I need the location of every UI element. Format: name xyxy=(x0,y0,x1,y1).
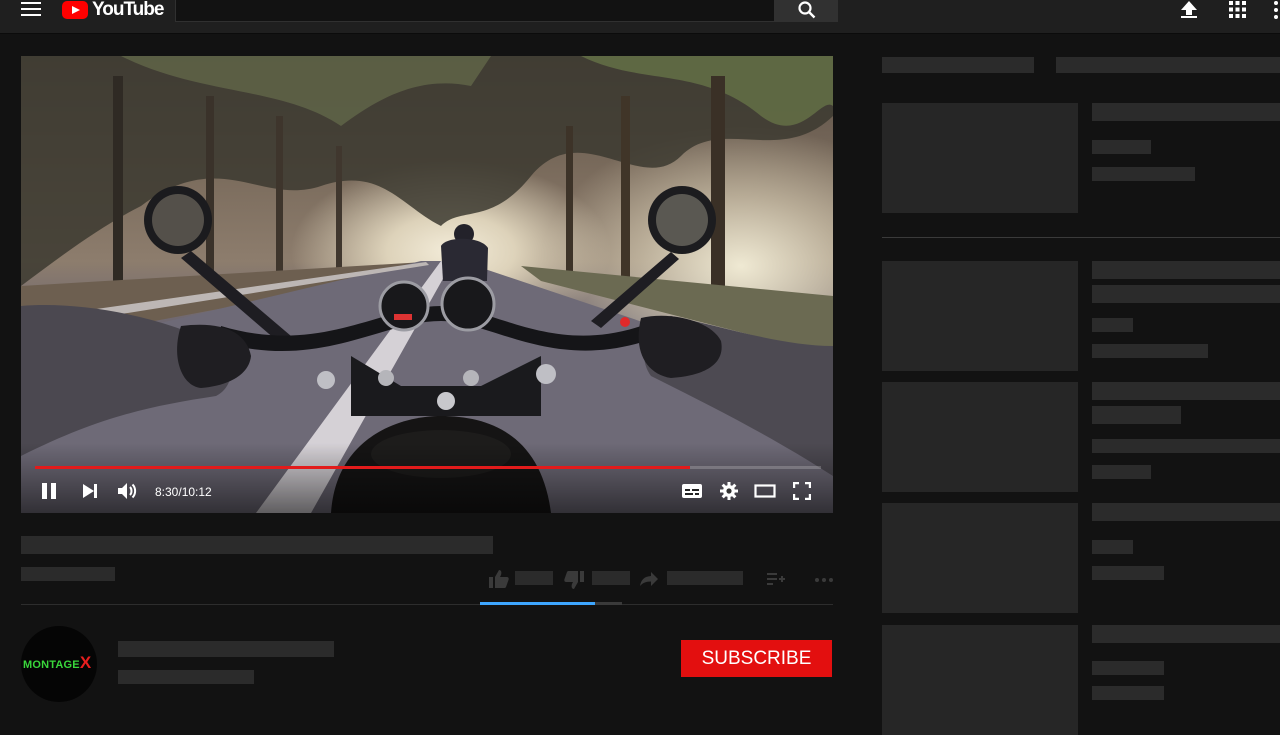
suggested-channel-placeholder xyxy=(1092,318,1133,332)
suggested-thumbnail[interactable] xyxy=(882,103,1078,213)
youtube-logo[interactable]: YouTube xyxy=(62,0,164,20)
like-count-placeholder xyxy=(515,571,553,585)
suggested-thumbnail[interactable] xyxy=(882,382,1078,492)
menu-icon[interactable] xyxy=(21,2,41,18)
search-button[interactable] xyxy=(774,0,838,22)
share-label-placeholder xyxy=(667,571,743,585)
suggested-views-placeholder xyxy=(1092,566,1164,580)
like-icon[interactable] xyxy=(489,570,509,588)
suggested-title-placeholder xyxy=(1092,406,1181,424)
suggested-title-placeholder xyxy=(1092,625,1280,643)
suggested-title-placeholder xyxy=(1092,103,1280,121)
suggested-views-placeholder xyxy=(1092,686,1164,700)
suggested-channel-placeholder xyxy=(1092,661,1164,675)
suggested-views-placeholder xyxy=(1092,167,1195,181)
suggested-thumbnail[interactable] xyxy=(882,625,1078,735)
avatar[interactable]: MONTAGEX xyxy=(21,626,97,702)
suggested-thumbnail[interactable] xyxy=(882,261,1078,371)
suggested-channel-placeholder xyxy=(1092,540,1133,554)
suggested-thumbnail[interactable] xyxy=(882,503,1078,613)
suggested-channel-placeholder xyxy=(1092,140,1151,154)
share-icon[interactable] xyxy=(640,572,658,586)
progress-bar[interactable] xyxy=(35,466,821,469)
fullscreen-icon[interactable] xyxy=(793,482,811,500)
divider xyxy=(21,604,833,605)
sidebar-header-placeholder xyxy=(882,57,1034,73)
sidebar-autoplay-placeholder xyxy=(1056,57,1280,73)
view-count-placeholder xyxy=(21,567,115,581)
suggested-title-placeholder xyxy=(1092,261,1280,279)
sidebar-divider xyxy=(882,237,1280,238)
progress-fill xyxy=(35,466,690,469)
pause-icon[interactable] xyxy=(40,482,58,500)
avatar-brand-word: MONTAGE xyxy=(23,659,80,671)
dislike-count-placeholder xyxy=(592,571,630,585)
suggested-title-placeholder xyxy=(1092,503,1280,521)
more-icon[interactable] xyxy=(1270,0,1280,20)
volume-icon[interactable] xyxy=(116,482,138,500)
suggested-title-placeholder xyxy=(1092,285,1280,303)
youtube-play-icon xyxy=(62,1,88,19)
suggested-views-placeholder xyxy=(1092,465,1151,479)
suggested-title-placeholder xyxy=(1092,382,1280,400)
dislike-icon[interactable] xyxy=(564,571,584,589)
avatar-brand-text: MONTAGEX xyxy=(23,653,91,673)
video-title-placeholder xyxy=(21,536,493,554)
sentiment-bar xyxy=(480,602,622,605)
video-player[interactable]: 8:30/10:12 xyxy=(21,56,833,513)
top-bar: YouTube xyxy=(0,0,1280,34)
sentiment-fill xyxy=(480,602,596,605)
apps-icon[interactable] xyxy=(1229,1,1246,18)
avatar-brand-x: X xyxy=(79,653,92,672)
settings-icon[interactable] xyxy=(720,482,738,500)
search-input[interactable] xyxy=(175,0,775,22)
suggested-channel-placeholder xyxy=(1092,439,1280,453)
suggested-views-placeholder xyxy=(1092,344,1208,358)
logo-text: YouTube xyxy=(92,0,164,20)
upload-icon[interactable] xyxy=(1180,0,1198,19)
more-actions-icon[interactable] xyxy=(814,577,834,583)
next-icon[interactable] xyxy=(81,482,99,500)
time-display: 8:30/10:12 xyxy=(155,485,212,499)
save-to-playlist-icon[interactable] xyxy=(767,572,785,586)
subscriber-count-placeholder xyxy=(118,670,254,684)
controls-gradient xyxy=(21,443,833,513)
search-icon xyxy=(798,1,816,19)
subtitles-icon[interactable] xyxy=(681,482,703,500)
theater-icon[interactable] xyxy=(754,482,776,500)
channel-name-placeholder xyxy=(118,641,334,657)
subscribe-button[interactable]: SUBSCRIBE xyxy=(681,640,832,677)
